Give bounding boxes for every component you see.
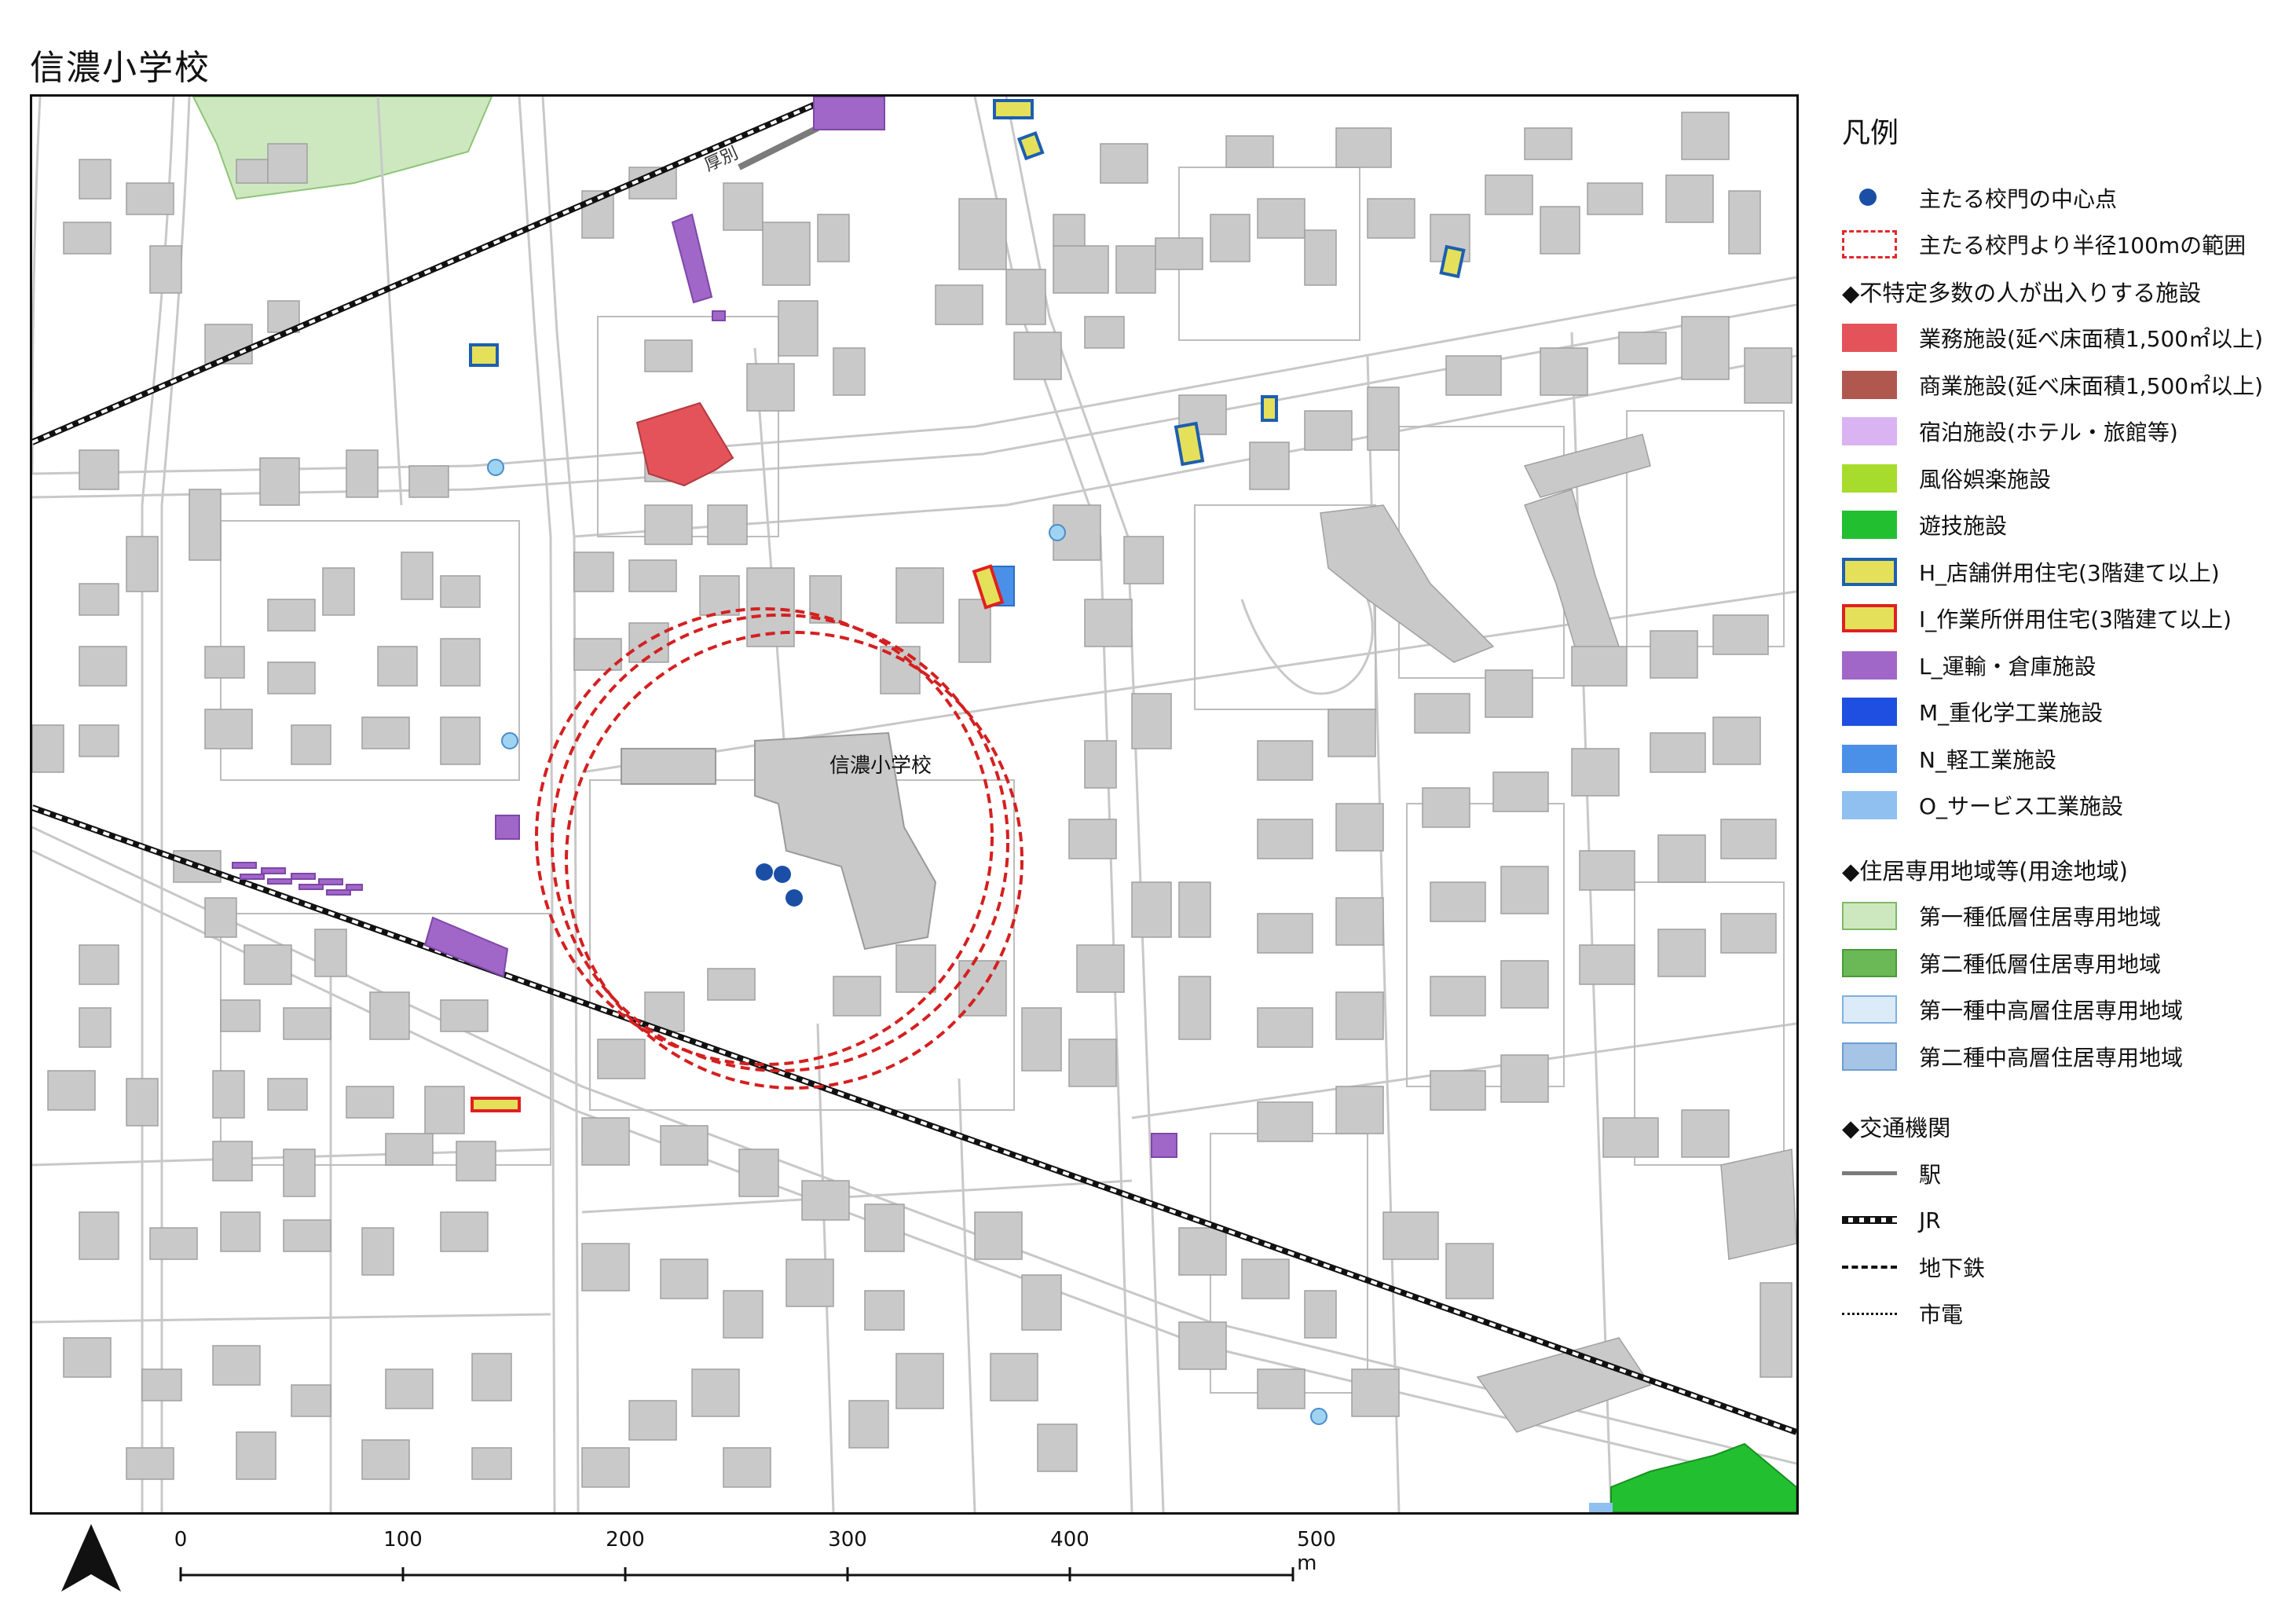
legend-label: ◆交通機関 <box>1842 1115 1951 1142</box>
legend-label: 主たる校門より半径100mの範囲 <box>1919 233 2247 259</box>
legend-label: H_店舗併用住宅(3階建て以上) <box>1919 559 2220 586</box>
legend-label: 地下鉄 <box>1919 1255 1986 1281</box>
legend-item: 市電 <box>1842 1291 2282 1338</box>
legend-title: 凡例 <box>1842 117 1899 149</box>
legend-item: 風俗娯楽施設 <box>1842 455 2282 502</box>
legend-swatch <box>1842 744 1897 773</box>
legend-swatch <box>1842 1042 1897 1071</box>
legend-item: ◆不特定多数の人が出入りする施設 <box>1842 268 2282 315</box>
legend-item: M_重化学工業施設 <box>1842 689 2282 736</box>
school-label: 信濃小学校 <box>829 754 932 778</box>
legend-item: 主たる校門の中心点 <box>1842 174 2282 222</box>
legend-item: 地下鉄 <box>1842 1244 2282 1291</box>
legend-item: 第一種中高層住居専用地域 <box>1842 987 2282 1034</box>
legend-label: I_作業所併用住宅(3階建て以上) <box>1919 606 2232 633</box>
legend-item: 第二種低層住居専用地域 <box>1842 940 2282 987</box>
legend-swatch <box>1842 557 1897 586</box>
legend-label: ◆不特定多数の人が出入りする施設 <box>1842 279 2202 306</box>
legend-swatch <box>1842 417 1897 446</box>
scale-bar: 0 100 200 300 400 500 m <box>171 1528 1336 1591</box>
page-title: 信濃小学校 <box>30 48 211 88</box>
legend-item: ◆交通機関 <box>1842 1104 2282 1151</box>
map-canvas[interactable]: 厚別 信濃小学校 <box>32 97 1796 1512</box>
legend-label: M_重化学工業施設 <box>1919 700 2104 727</box>
legend-item: N_軽工業施設 <box>1842 735 2282 782</box>
legend-item: 駅 <box>1842 1150 2282 1197</box>
north-arrow-icon <box>60 1524 123 1598</box>
legend: 凡例 主たる校門の中心点主たる校門より半径100mの範囲 ◆不特定多数の人が出入り… <box>1842 110 2282 1337</box>
legend-swatch <box>1842 370 1897 399</box>
legend-swatch <box>1842 1312 1897 1315</box>
legend-item: 宿泊施設(ホテル・旅館等) <box>1842 408 2282 456</box>
legend-swatch <box>1842 791 1897 820</box>
school-gate-points[interactable] <box>756 863 803 907</box>
legend-item: 業務施設(延べ床面積1,500㎡以上) <box>1842 315 2282 362</box>
amusement-facility <box>1610 1442 1796 1512</box>
legend-item: H_店舗併用住宅(3階建て以上) <box>1842 548 2282 595</box>
buildings <box>32 112 1796 1488</box>
legend-label: 第一種低層住居専用地域 <box>1919 904 2162 931</box>
legend-label: 商業施設(延べ床面積1,500㎡以上) <box>1919 372 2264 399</box>
legend-label: 市電 <box>1919 1302 1964 1328</box>
legend-label: JR <box>1919 1207 1941 1233</box>
legend-item: ◆住居専用地域等(用途地域) <box>1842 846 2282 893</box>
legend-item: 主たる校門より半径100mの範囲 <box>1842 222 2282 269</box>
service-industry-facility <box>1589 1503 1613 1512</box>
legend-label: O_サービス工業施設 <box>1919 793 2124 820</box>
legend-label: 主たる校門の中心点 <box>1919 185 2118 212</box>
legend-item: L_運輸・倉庫施設 <box>1842 642 2282 689</box>
legend-item: 第一種低層住居専用地域 <box>1842 893 2282 940</box>
legend-swatch <box>1842 948 1897 977</box>
legend-swatch <box>1842 604 1897 633</box>
legend-item: 商業施設(延べ床面積1,500㎡以上) <box>1842 361 2282 408</box>
legend-label: 宿泊施設(ホテル・旅館等) <box>1919 419 2178 446</box>
legend-swatch <box>1842 324 1897 353</box>
map-frame[interactable]: 厚別 信濃小学校 <box>30 94 1799 1515</box>
scale-bar-line <box>179 1567 1294 1581</box>
legend-rows: 主たる校門の中心点主たる校門より半径100mの範囲 ◆不特定多数の人が出入りする施… <box>1842 174 2282 1337</box>
legend-label: 第二種中高層住居専用地域 <box>1919 1044 2184 1071</box>
legend-item: 第二種中高層住居専用地域 <box>1842 1033 2282 1080</box>
legend-item: 遊技施設 <box>1842 502 2282 549</box>
legend-swatch <box>1842 650 1897 680</box>
legend-item: O_サービス工業施設 <box>1842 782 2282 830</box>
school-gym <box>621 748 716 785</box>
legend-swatch <box>1842 1216 1897 1225</box>
legend-label: 業務施設(延べ床面積1,500㎡以上) <box>1919 326 2264 353</box>
legend-item: I_作業所併用住宅(3階建て以上) <box>1842 595 2282 643</box>
legend-label: ◆住居専用地域等(用途地域) <box>1842 857 2128 885</box>
legend-swatch <box>1842 184 1897 212</box>
legend-swatch <box>1842 902 1897 931</box>
legend-label: 風俗娯楽施設 <box>1919 466 2052 493</box>
legend-label: N_軽工業施設 <box>1919 746 2056 773</box>
legend-swatch <box>1842 1171 1897 1176</box>
legend-label: 遊技施設 <box>1919 513 2008 540</box>
legend-swatch <box>1842 995 1897 1024</box>
legend-swatch <box>1842 511 1897 540</box>
legend-swatch <box>1842 463 1897 493</box>
legend-swatch <box>1842 1265 1897 1269</box>
legend-label: 駅 <box>1919 1161 1942 1188</box>
legend-label: 第二種低層住居専用地域 <box>1919 951 2162 977</box>
legend-item: JR <box>1842 1197 2282 1244</box>
legend-swatch <box>1842 230 1897 259</box>
legend-swatch <box>1842 698 1897 727</box>
legend-label: 第一種中高層住居専用地域 <box>1919 998 2184 1024</box>
legend-label: L_運輸・倉庫施設 <box>1919 653 2096 680</box>
